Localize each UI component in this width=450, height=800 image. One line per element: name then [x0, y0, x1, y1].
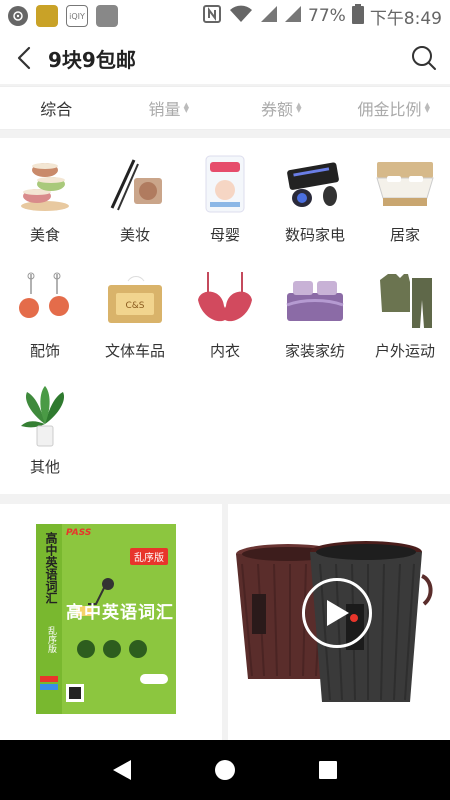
product-card[interactable]	[228, 504, 450, 740]
nav-home-button[interactable]	[201, 746, 249, 794]
battery-icon	[351, 3, 364, 29]
outdoor-clothes-icon	[373, 268, 437, 332]
nav-recents-button[interactable]	[304, 746, 352, 794]
earrings-icon	[13, 268, 77, 332]
play-button[interactable]	[302, 578, 372, 648]
sort-tab-sales[interactable]: 销量 ▲ ▼	[113, 96, 226, 120]
sort-arrows-icon: ▲ ▼	[183, 101, 189, 114]
system-nav-bar	[0, 740, 450, 800]
category-label: 文体车品	[104, 342, 165, 360]
bed-icon	[373, 152, 437, 216]
category-textiles[interactable]: 家装家纺	[270, 254, 360, 370]
book-brand: PASS	[66, 528, 92, 538]
notification-icon	[8, 6, 28, 26]
nfc-icon	[202, 4, 222, 29]
category-stationery[interactable]: C&S 文体车品	[90, 254, 180, 370]
trash-bin-image	[228, 504, 450, 740]
bra-icon	[193, 268, 257, 332]
category-label: 母婴	[209, 226, 240, 244]
book-badge: 乱序版	[130, 548, 168, 565]
category-label: 数码家电	[284, 226, 345, 244]
macaron-icon	[13, 152, 77, 216]
battery-percent: 77%	[308, 6, 346, 26]
search-button[interactable]	[398, 32, 450, 84]
category-label: 其他	[29, 458, 60, 476]
category-accessories[interactable]: 配饰	[0, 254, 90, 370]
sort-arrows-icon: ▲ ▼	[296, 101, 302, 114]
svg-text:C&S: C&S	[125, 301, 144, 311]
category-label: 内衣	[209, 342, 240, 360]
sort-tab-comprehensive[interactable]: 综合	[0, 96, 113, 120]
sort-tab-label: 佣金比例	[357, 100, 422, 119]
back-arrow-icon	[17, 46, 31, 70]
category-label: 美食	[29, 226, 60, 244]
category-grid: 美食 美妆 母婴 数码家电 居家 配饰 C&S 文体车品 内衣 家装家纺 户外运…	[0, 138, 450, 494]
diaper-icon	[193, 152, 257, 216]
book-spine-sub: 乱序版	[46, 626, 56, 653]
book-spine-title: 高中英语词汇	[44, 532, 58, 604]
category-makeup[interactable]: 美妆	[90, 138, 180, 254]
category-baby[interactable]: 母婴	[180, 138, 270, 254]
app-icon	[96, 5, 118, 27]
sort-arrows-icon: ▲ ▼	[424, 101, 430, 114]
home-circle-icon	[214, 760, 235, 780]
signal-icon-2	[284, 5, 302, 28]
game-app-icon	[36, 5, 58, 27]
wifi-icon	[228, 4, 254, 29]
sort-tab-commission[interactable]: 佣金比例 ▲ ▼	[338, 96, 450, 120]
bedding-icon	[283, 268, 347, 332]
category-food[interactable]: 美食	[0, 138, 90, 254]
sort-tab-label: 销量	[148, 100, 181, 119]
recents-square-icon	[319, 761, 338, 779]
category-home[interactable]: 居家	[360, 138, 450, 254]
status-time: 下午8:49	[369, 8, 442, 29]
signal-icon	[260, 5, 278, 28]
category-outdoor[interactable]: 户外运动	[360, 254, 450, 370]
sort-tab-label: 券额	[261, 100, 294, 119]
category-label: 居家	[389, 226, 420, 244]
search-icon	[412, 46, 436, 70]
category-other[interactable]: 其他	[0, 370, 90, 486]
status-bar: iQIY 77% 下午8:49	[0, 0, 450, 32]
book-image: PASS 乱序版 高中英语词汇 高中英语词汇 乱序版	[36, 524, 176, 714]
play-icon	[327, 600, 349, 626]
tissue-box-icon: C&S	[103, 268, 167, 332]
category-digital[interactable]: 数码家电	[270, 138, 360, 254]
category-label: 户外运动	[374, 342, 435, 360]
plant-icon	[13, 384, 77, 448]
sort-tab-coupon[interactable]: 券额 ▲ ▼	[225, 96, 338, 120]
category-label: 家装家纺	[284, 342, 345, 360]
category-label: 美妆	[119, 226, 150, 244]
product-list: PASS 乱序版 高中英语词汇 高中英语词汇 乱序版	[0, 504, 450, 740]
iqiyi-app-icon: iQIY	[66, 5, 88, 27]
makeup-icon	[103, 152, 167, 216]
header: 9块9包邮	[0, 32, 450, 84]
product-card[interactable]: PASS 乱序版 高中英语词汇 高中英语词汇 乱序版	[0, 504, 222, 740]
category-underwear[interactable]: 内衣	[180, 254, 270, 370]
sort-tab-label: 综合	[40, 100, 73, 119]
page-title: 9块9包邮	[48, 47, 136, 72]
category-label: 配饰	[29, 342, 60, 360]
keyboard-mouse-icon	[283, 152, 347, 216]
back-button[interactable]	[0, 32, 48, 84]
book-title: 高中英语词汇	[66, 603, 174, 623]
sort-bar: 综合 销量 ▲ ▼ 券额 ▲ ▼ 佣金比例 ▲ ▼	[0, 86, 450, 130]
back-triangle-icon	[112, 760, 131, 780]
nav-back-button[interactable]	[98, 746, 146, 794]
